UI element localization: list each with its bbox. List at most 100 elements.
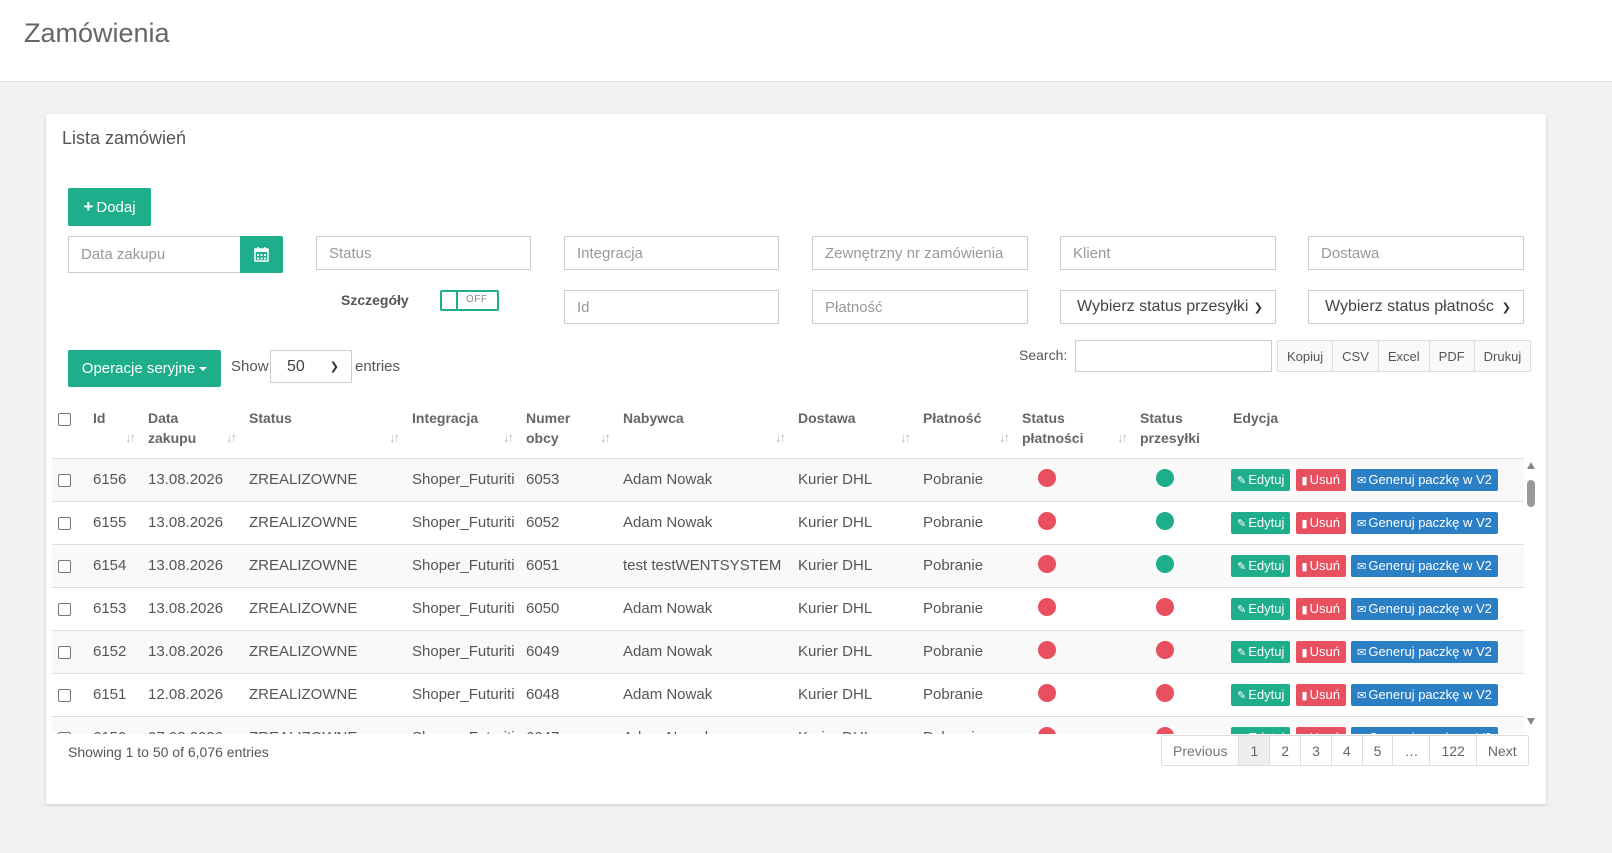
column-header-payment[interactable]: Płatność ↓↑ — [917, 398, 1016, 459]
column-header-date[interactable]: Data zakupu ↓↑ — [142, 398, 243, 459]
envelope-icon: ✉ — [1357, 517, 1367, 530]
edit-button[interactable]: ✎Edytuj — [1231, 597, 1291, 620]
cell-date: 07.08.2026 — [142, 716, 243, 734]
row-checkbox[interactable] — [58, 602, 71, 616]
status-filter-input[interactable]: Status — [316, 236, 531, 270]
row-checkbox[interactable] — [58, 516, 71, 530]
cell-buyer: test testWENTSYSTEM — [617, 544, 792, 588]
scroll-thumb[interactable] — [1527, 480, 1535, 507]
add-button[interactable]: + Dodaj — [68, 188, 151, 226]
id-filter-input[interactable]: Id — [564, 290, 779, 324]
calendar-button[interactable] — [240, 236, 283, 273]
edit-icon: ✎ — [1237, 603, 1247, 616]
delete-button[interactable]: ▮Usuń — [1295, 468, 1346, 491]
edit-button[interactable]: ✎Edytuj — [1231, 554, 1291, 577]
copy-button[interactable]: Kopiuj — [1278, 341, 1333, 371]
edit-icon: ✎ — [1237, 646, 1247, 659]
cell-delivery: Kurier DHL — [792, 630, 917, 674]
calendar-icon — [254, 247, 269, 262]
row-checkbox[interactable] — [58, 731, 71, 734]
pagination-next[interactable]: Next — [1475, 736, 1528, 765]
delivery-filter-input[interactable]: Dostawa — [1308, 236, 1524, 270]
sort-icon: ↓↑ — [389, 429, 400, 445]
row-checkbox[interactable] — [58, 473, 71, 487]
pagination-page-3[interactable]: 3 — [1300, 736, 1331, 765]
scroll-up-icon[interactable] — [1527, 462, 1535, 469]
edit-button[interactable]: ✎Edytuj — [1231, 640, 1291, 663]
row-select-cell — [52, 673, 87, 717]
column-header-delivery-label: Dostawa — [798, 410, 856, 426]
payment-status-dot — [1038, 511, 1056, 530]
cell-payment: Pobranie — [917, 501, 1016, 545]
edit-button[interactable]: ✎Edytuj — [1231, 726, 1291, 734]
column-header-date-line1: Data — [148, 410, 179, 426]
entries-label: entries — [355, 358, 401, 375]
column-header-integration[interactable]: Integracja ↓↑ — [406, 398, 520, 459]
generate-package-button[interactable]: ✉Generuj paczkę w V2 — [1351, 726, 1498, 734]
scroll-down-icon[interactable] — [1527, 718, 1535, 725]
column-header-status-label: Status — [249, 410, 292, 426]
payment-status-select[interactable]: Wybierz status płatnośc ❯ — [1308, 290, 1524, 324]
delete-button[interactable]: ▮Usuń — [1295, 554, 1346, 577]
cell-actions: ✎Edytuj ▮Usuń ✉Generuj paczkę w V2 — [1227, 501, 1524, 545]
table-scrollbar[interactable] — [1526, 462, 1540, 734]
trash-icon: ▮ — [1301, 517, 1308, 530]
cell-integration: Shoper_Futuriti — [406, 458, 520, 502]
date-filter-input[interactable]: Data zakupu — [68, 236, 241, 273]
edit-button[interactable]: ✎Edytuj — [1231, 511, 1291, 534]
edit-button[interactable]: ✎Edytuj — [1231, 468, 1291, 491]
pagination-page-4[interactable]: 4 — [1330, 736, 1362, 765]
details-toggle[interactable]: OFF — [440, 290, 499, 311]
column-header-id[interactable]: Id ↓↑ — [87, 398, 142, 459]
integration-filter-input[interactable]: Integracja — [564, 236, 779, 270]
print-button[interactable]: Drukuj — [1473, 341, 1531, 371]
delete-button[interactable]: ▮Usuń — [1295, 726, 1346, 734]
page-length-select[interactable]: 50 ❯ — [270, 350, 352, 383]
edit-button[interactable]: ✎Edytuj — [1231, 683, 1291, 706]
delete-button[interactable]: ▮Usuń — [1295, 683, 1346, 706]
row-checkbox[interactable] — [58, 559, 71, 573]
cell-number: 6051 — [520, 544, 617, 588]
generate-package-button[interactable]: ✉Generuj paczkę w V2 — [1351, 554, 1498, 577]
external-number-filter-input[interactable]: Zewnętrzny nr zamówienia — [812, 236, 1028, 270]
column-header-number[interactable]: Numer obcy ↓↑ — [520, 398, 617, 459]
bulk-operations-button[interactable]: Operacje seryjne — [68, 350, 221, 387]
shipment-status-select[interactable]: Wybierz status przesyłki ❯ — [1060, 290, 1276, 324]
generate-package-button[interactable]: ✉Generuj paczkę w V2 — [1351, 640, 1498, 663]
pagination-page-1[interactable]: 1 — [1238, 736, 1270, 765]
payment-filter-input[interactable]: Płatność — [812, 290, 1028, 324]
column-header-payment-status[interactable]: Status płatności ↓↑ — [1016, 398, 1134, 459]
pdf-button[interactable]: PDF — [1428, 341, 1474, 371]
edit-icon: ✎ — [1237, 517, 1247, 530]
select-all-checkbox[interactable] — [58, 412, 71, 426]
cell-status: ZREALIZOWNE — [243, 458, 406, 502]
excel-button[interactable]: Excel — [1377, 341, 1429, 371]
pagination-page-2[interactable]: 2 — [1269, 736, 1301, 765]
column-header-buyer[interactable]: Nabywca ↓↑ — [617, 398, 792, 459]
csv-button[interactable]: CSV — [1332, 341, 1378, 371]
pagination-page-122[interactable]: 122 — [1429, 736, 1476, 765]
cell-number: 6052 — [520, 501, 617, 545]
delete-button[interactable]: ▮Usuń — [1295, 511, 1346, 534]
column-header-status[interactable]: Status ↓↑ — [243, 398, 406, 459]
generate-package-button[interactable]: ✉Generuj paczkę w V2 — [1351, 597, 1498, 620]
generate-package-button[interactable]: ✉Generuj paczkę w V2 — [1351, 683, 1498, 706]
cell-id: 6155 — [87, 501, 142, 545]
cell-date: 13.08.2026 — [142, 587, 243, 631]
pagination-page-5[interactable]: 5 — [1361, 736, 1393, 765]
delete-button[interactable]: ▮Usuń — [1295, 597, 1346, 620]
search-input[interactable] — [1075, 340, 1272, 372]
column-header-delivery[interactable]: Dostawa ↓↑ — [792, 398, 917, 459]
cell-status: ZREALIZOWNE — [243, 544, 406, 588]
cell-date: 13.08.2026 — [142, 458, 243, 502]
generate-package-button[interactable]: ✉Generuj paczkę w V2 — [1351, 468, 1498, 491]
client-filter-input[interactable]: Klient — [1060, 236, 1276, 270]
column-header-date-line2: zakupu — [148, 430, 197, 446]
envelope-icon: ✉ — [1357, 646, 1367, 659]
cell-actions: ✎Edytuj ▮Usuń ✉Generuj paczkę w V2 — [1227, 587, 1524, 631]
generate-package-button[interactable]: ✉Generuj paczkę w V2 — [1351, 511, 1498, 534]
pagination-previous[interactable]: Previous — [1162, 736, 1239, 765]
delete-button[interactable]: ▮Usuń — [1295, 640, 1346, 663]
row-checkbox[interactable] — [58, 645, 71, 659]
row-checkbox[interactable] — [58, 688, 71, 702]
